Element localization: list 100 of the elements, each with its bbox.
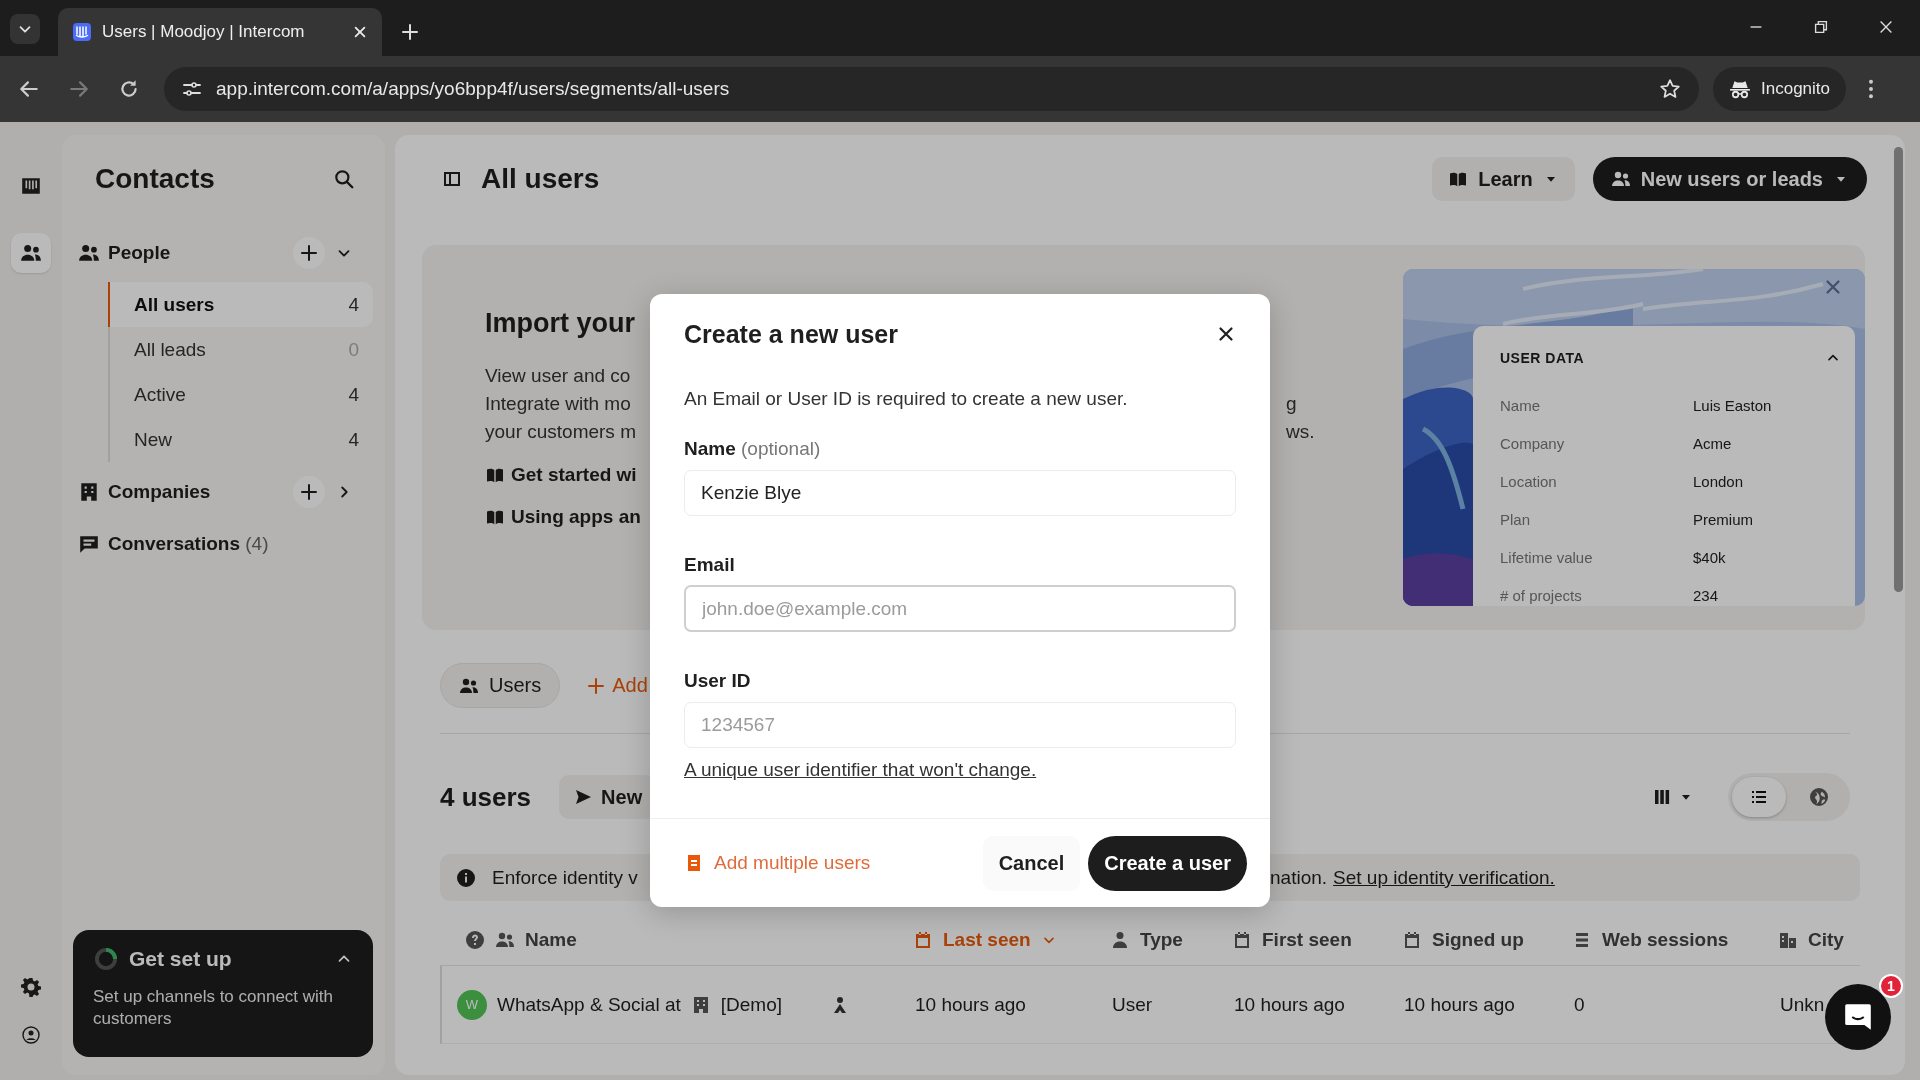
setup-title: Get set up [129,947,232,971]
back-icon[interactable] [18,78,40,100]
scrollbar[interactable] [1894,147,1903,592]
item-count: 0 [348,338,359,361]
field-label: Email [684,553,736,577]
plus-icon [299,481,319,502]
add-button[interactable] [293,236,325,269]
field-value: 234 [1693,586,1719,604]
input-field[interactable]: john.doe@example.com [684,585,1236,632]
sidebar-item[interactable]: New 4 [108,417,373,462]
tab-list-icon[interactable] [10,14,40,44]
close-icon[interactable] [352,24,368,40]
field-label: Company [1500,434,1566,452]
calendar-icon [913,929,933,950]
sidebar-toggle-icon[interactable] [442,169,462,189]
people-icon[interactable] [11,233,51,273]
item-count: 4 [348,428,359,451]
forward-icon[interactable] [68,78,90,100]
input-field[interactable]: Kenzie Blye [684,470,1236,516]
field-label: Name (optional) [684,437,822,461]
person-icon [1110,929,1130,950]
banner-link[interactable]: Get started wi [511,464,637,486]
view-tab[interactable]: Users [440,663,561,708]
address-bar[interactable]: app.intercom.com/a/apps/yo6bpp4f/users/segments/all-users [164,67,1699,111]
table-cell: Unkn [1780,993,1825,1016]
company-name[interactable]: [Demo] [720,993,782,1016]
new-users-button[interactable]: New users or leads [1592,157,1867,201]
column-header[interactable]: City [1808,928,1844,951]
field-value: Luis Easton [1693,396,1772,414]
column-header[interactable]: Web sessions [1602,928,1729,951]
table-cell: 10 hours ago [1404,993,1515,1016]
verification-link[interactable]: Set up identity verification. [1333,866,1555,889]
incognito-icon [1729,78,1751,100]
url-text: app.intercom.com/a/apps/yo6bpp4f/users/segments/all-users [216,78,730,100]
banner-text: g [1286,392,1298,416]
building-icon [78,480,100,503]
search-icon[interactable] [333,168,355,190]
column-header[interactable]: First seen [1262,928,1352,951]
field-label: User ID [684,669,752,693]
table-cell: 0 [1574,993,1585,1016]
sidebar-title: Contacts [95,163,216,195]
user-name[interactable]: WhatsApp & Social at [497,993,681,1016]
site-settings-icon [182,79,202,99]
banner-link[interactable]: Using apps an [511,506,641,528]
people-icon [1610,169,1631,189]
avatar: W [457,989,487,1020]
progress-icon [93,946,119,972]
sidebar-group[interactable]: Conversations (4) [108,532,269,555]
create-button[interactable]: Create a user [1088,835,1247,891]
item-count: 4 [348,383,359,406]
table-cell: User [1112,993,1153,1016]
column-header[interactable]: Signed up [1432,928,1524,951]
page-title: All users [481,163,600,195]
banner-text: ws. [1286,420,1316,444]
new-tab-icon[interactable] [400,22,420,42]
reload-icon[interactable] [118,78,140,100]
notice-text: nation. [1270,866,1328,889]
field-value: $40k [1693,548,1726,566]
dialog-description: An Email or User ID is required to create a new user. [684,387,1129,411]
user-count: 4 users [440,781,532,813]
profile-button[interactable]: Incognito [1713,67,1846,111]
table-cell: 10 hours ago [915,993,1026,1016]
calendar-icon [1232,929,1252,950]
sidebar-item[interactable]: All leads 0 [108,327,373,372]
setup-text: Set up channels to connect with customers [93,986,335,1030]
info-icon [456,867,476,888]
restore-icon[interactable] [1812,18,1830,36]
cancel-button[interactable]: Cancel [982,835,1081,891]
plus-icon [586,675,607,696]
item-count: 4 [348,293,359,316]
sidebar-group[interactable]: People [108,241,171,264]
column-header[interactable]: Name [525,928,577,951]
sidebar-item[interactable]: Active 4 [108,372,373,417]
sidebar-group[interactable]: Companies [108,480,211,503]
dialog-title: Create a new user [684,319,898,349]
close-icon[interactable] [1216,324,1236,344]
learn-button[interactable]: Learn [1432,157,1575,201]
field-label: # of projects [1500,586,1583,604]
help-link[interactable]: A unique user identifier that won't change. [684,757,1037,783]
column-header[interactable]: Type [1140,928,1183,951]
field-label: Location [1500,472,1558,490]
site-logo-icon [72,22,92,42]
field-value: London [1693,472,1744,490]
star-icon[interactable] [1659,78,1681,100]
field-label: Plan [1500,510,1532,528]
notice-text: Enforce identity v [492,866,639,889]
banner-heading: Import your [485,308,636,339]
plus-icon [299,242,319,263]
columns-icon [1652,787,1672,807]
add-button[interactable] [293,475,325,508]
list-view-button[interactable] [1732,777,1786,817]
sidebar-item[interactable]: All users 4 [108,282,373,327]
globe-icon [1809,787,1829,807]
field-value: Acme [1693,434,1732,452]
calendar-icon [1402,929,1422,950]
browser-tab[interactable]: Users | Moodjoy | Intercom [58,8,382,56]
field-label: Lifetime value [1500,548,1594,566]
banner-text: View user and co [485,364,632,388]
chat-icon [1842,1001,1874,1033]
help-icon[interactable] [465,929,485,950]
